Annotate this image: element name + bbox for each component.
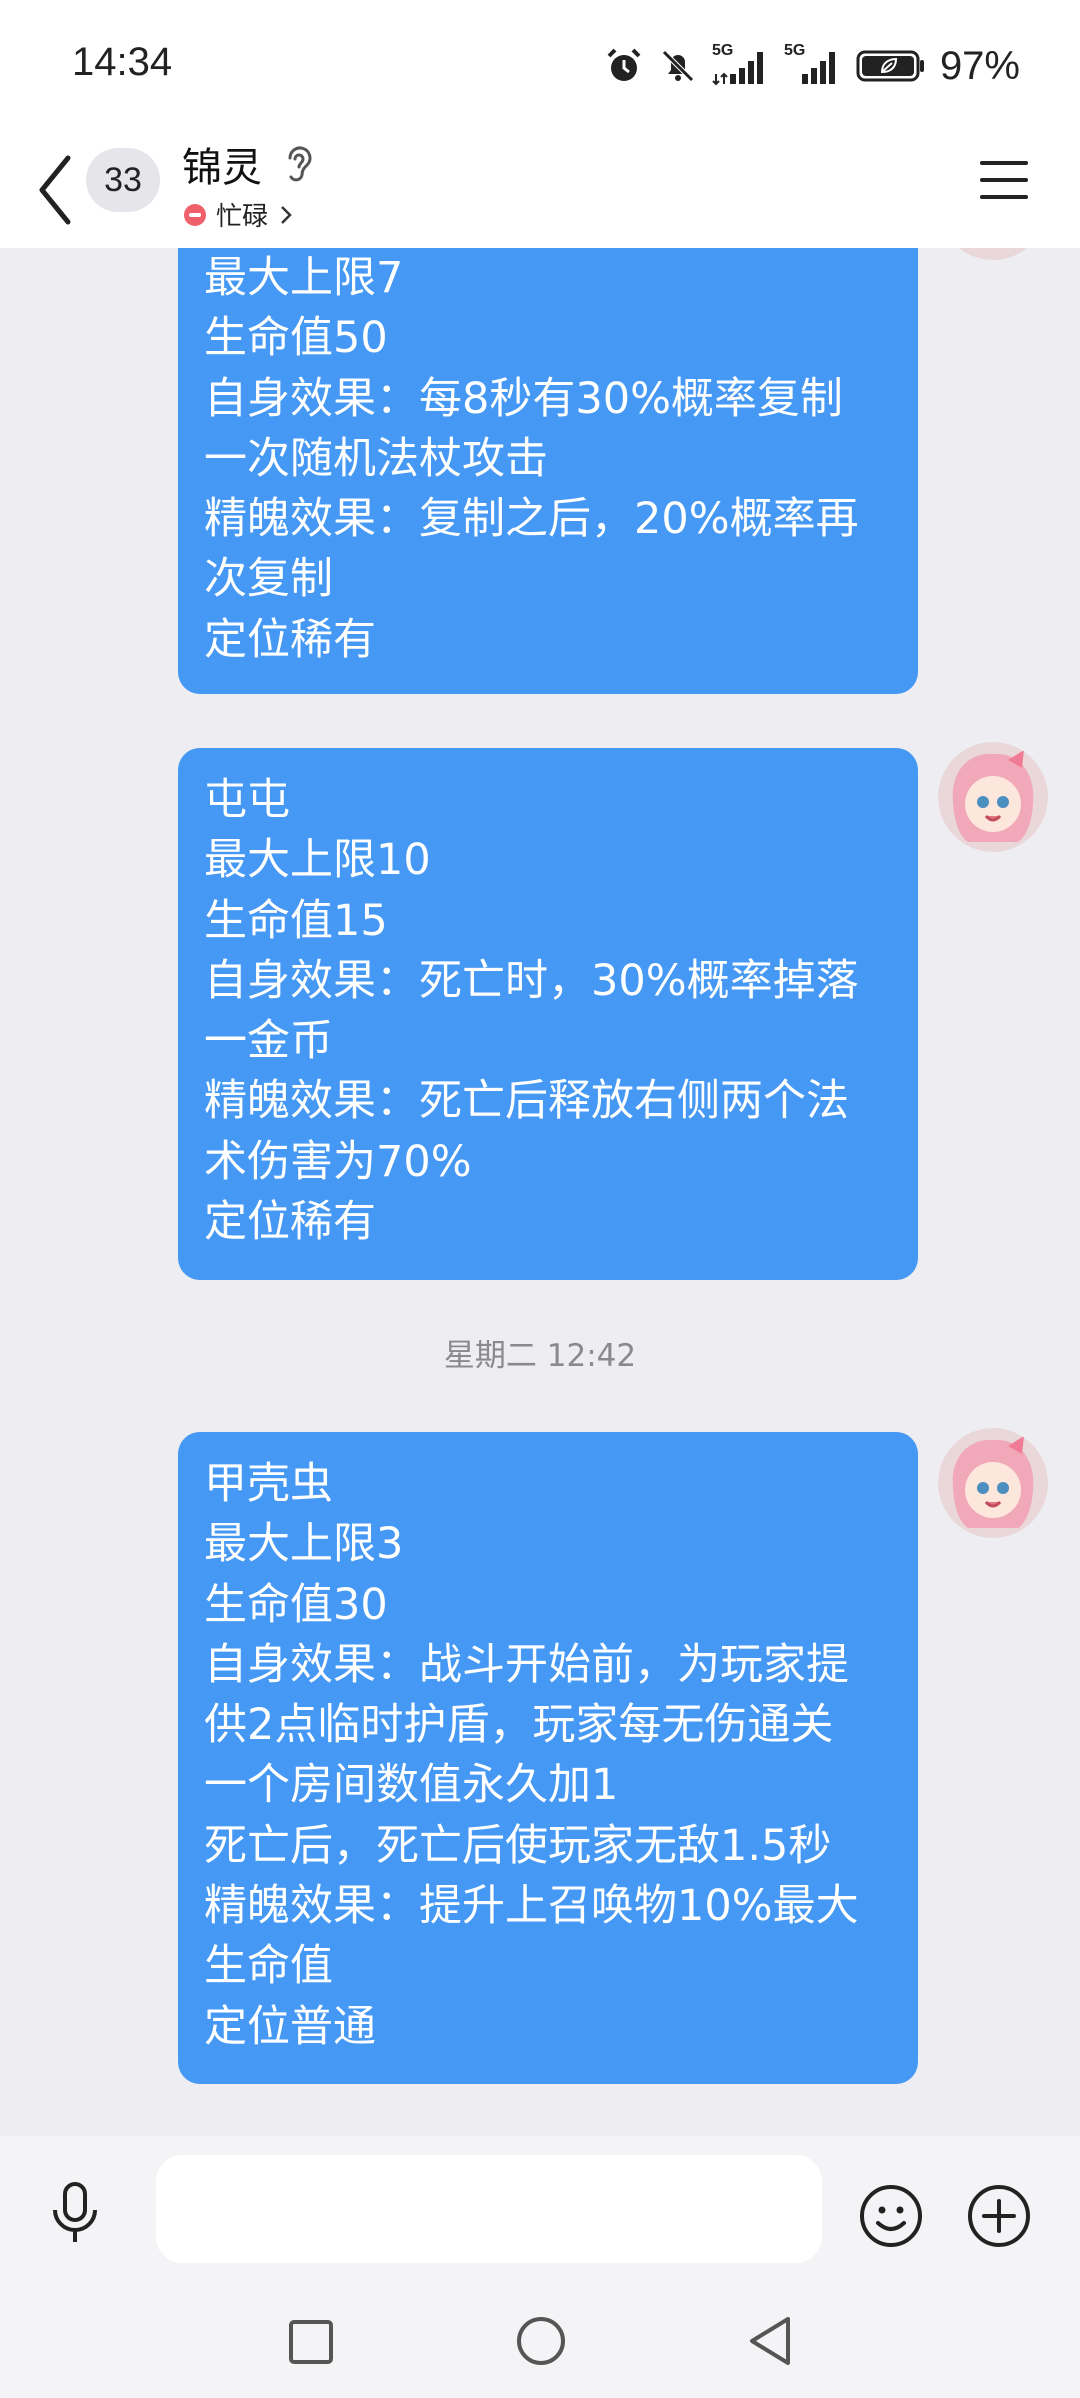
unread-count-badge[interactable]: 33 [86,148,160,212]
back-icon[interactable] [30,150,80,230]
ear-icon [288,146,312,182]
message-line: 精魄效果：复制之后，20%概率再 [204,494,859,545]
busy-icon [184,203,206,226]
contact-name[interactable]: 锦灵 [182,135,262,193]
message-line: 生命值15 [204,895,388,946]
message-line: 最大上限3 [204,1519,404,1570]
recent-apps-icon[interactable] [287,2318,335,2366]
message-input[interactable] [156,2155,822,2263]
message-line: 生命值50 [204,313,388,364]
message-line: 死亡后，死亡后使玩家无敌1.5秒 [204,1820,832,1871]
message-line: 最大上限10 [204,835,431,886]
message-line: 自身效果：战斗开始前，为玩家提 [204,1639,849,1690]
status-label: 忙碌 [216,202,269,232]
message-line: 次复制 [204,554,333,605]
message-line: 最大上限7 [204,253,404,303]
signal-2-icon: 5G [784,42,842,88]
chevron-right-icon [281,205,292,224]
message-line: 术伤害为70% [204,1136,472,1187]
message-line: 定位普通 [204,2001,376,2052]
battery-icon [856,50,924,82]
online-status[interactable]: 忙碌 [184,196,294,233]
avatar[interactable] [938,1428,1048,1538]
message-line: 精魄效果：提升上召唤物10%最大 [204,1881,859,1932]
mic-icon[interactable] [45,2180,105,2250]
home-icon[interactable] [514,2314,568,2368]
avatar[interactable] [938,742,1048,852]
message-line: 自身效果：死亡时，30%概率掉落 [204,955,859,1006]
message-line: 精魄效果：死亡后释放右侧两个法 [204,1076,849,1127]
message-line: 甲壳虫 [204,1459,333,1509]
message-line: 生命值30 [204,1579,388,1630]
message-timestamp: 星期二 12:42 [443,1338,637,1374]
alarm-icon [607,48,641,81]
signal-1-icon: 5G [712,42,770,88]
message-line: 生命值 [204,1941,333,1992]
mute-icon [662,50,694,82]
message-line: 供2点临时护盾，玩家每无伤通关 [204,1700,834,1751]
message-line: 屯屯 [204,775,290,825]
emoji-icon[interactable] [858,2183,924,2249]
message-bubble-3[interactable]: 甲壳虫 最大上限3 生命值30 自身效果：战斗开始前，为玩家提 供2点临时护盾，… [178,1432,918,2084]
nav-back-icon[interactable] [744,2314,796,2368]
status-bar: 14:34 5G 5G 97% [0,0,1080,130]
message-line: 自身效果：每8秒有30%概率复制 [204,373,843,424]
plus-icon[interactable] [966,2183,1032,2249]
message-line: 一金币 [204,1016,333,1067]
message-line: 定位稀有 [204,614,376,665]
message-line: 一个房间数值永久加1 [204,1760,619,1811]
message-line: 一次随机法杖攻击 [204,433,548,484]
message-bubble-2[interactable]: 屯屯 最大上限10 生命值15 自身效果：死亡时，30%概率掉落 一金币 精魄效… [178,748,918,1280]
battery-percent: 97% [939,43,1020,88]
status-icons: 5G 5G 97% [604,38,1020,94]
message-bubble-1[interactable]: 最大上限7 生命值50 自身效果：每8秒有30%概率复制 一次随机法杖攻击 精魄… [178,220,918,694]
message-line: 定位稀有 [204,1197,376,1248]
menu-icon[interactable] [978,155,1032,205]
status-time: 14:34 [72,40,173,84]
